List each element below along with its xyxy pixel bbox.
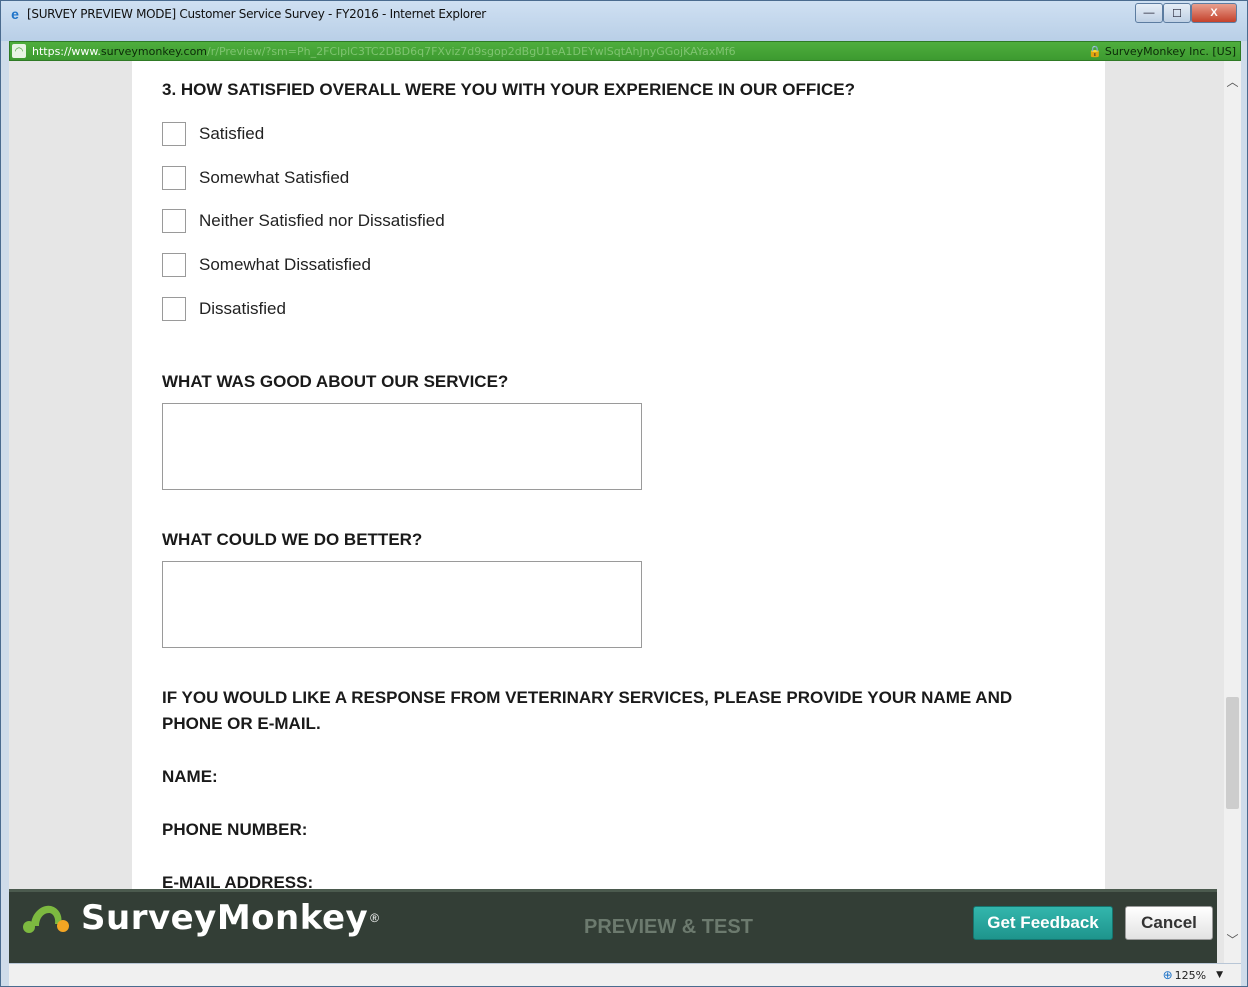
zoom-dropdown-icon[interactable]: ▼ [1216, 970, 1223, 980]
status-bar: ⊕ 125% ▼ [9, 963, 1241, 986]
name-label: NAME: [162, 767, 218, 786]
scroll-thumb[interactable] [1226, 697, 1239, 809]
security-certificate[interactable]: 🔒 SurveyMonkey Inc. [US] [1088, 45, 1236, 58]
scroll-up-icon[interactable]: ︿ [1224, 71, 1241, 91]
preview-footer-bar: SurveyMonkey ® PREVIEW & TEST Get Feedba… [9, 889, 1217, 963]
question-3-title: 3. HOW SATISFIED OVERALL WERE YOU WITH Y… [162, 80, 855, 99]
get-feedback-button[interactable]: Get Feedback [973, 906, 1113, 940]
url-domain: surveymonkey.com [100, 45, 208, 58]
scroll-down-icon[interactable]: ﹀ [1224, 929, 1241, 949]
url-path: /r/Preview/?sm=Ph_2FClplC3TC2DBD6q7FXviz… [207, 45, 736, 58]
window-title: [SURVEY PREVIEW MODE] Customer Service S… [27, 7, 486, 21]
response-request-title-line2: PHONE OR E-MAIL. [162, 714, 321, 733]
registered-mark: ® [370, 911, 380, 925]
good-service-title: WHAT WAS GOOD ABOUT OUR SERVICE? [162, 372, 509, 391]
internet-explorer-icon: e [11, 6, 19, 22]
checkbox[interactable] [162, 253, 186, 277]
vertical-scrollbar[interactable]: ︿ ﹀ [1224, 61, 1241, 963]
window-controls: — ☐ X [1135, 3, 1237, 23]
option-label: Somewhat Dissatisfied [199, 255, 371, 274]
checkbox[interactable] [162, 122, 186, 146]
browser-window: e [SURVEY PREVIEW MODE] Customer Service… [0, 0, 1248, 987]
option-satisfied[interactable]: Satisfied [162, 121, 264, 147]
option-label: Somewhat Satisfied [199, 168, 350, 187]
url-scheme: https://www. [32, 45, 101, 58]
zoom-level: 125% [1174, 968, 1207, 982]
minimize-button[interactable]: — [1135, 3, 1163, 23]
site-favicon-icon: ◠ [12, 44, 26, 58]
address-bar[interactable]: ◠ https://www.surveymonkey.com/r/Preview… [9, 41, 1241, 61]
close-button[interactable]: X [1191, 3, 1237, 23]
maximize-button[interactable]: ☐ [1163, 3, 1191, 23]
option-neither[interactable]: Neither Satisfied nor Dissatisfied [162, 208, 445, 234]
title-bar: e [SURVEY PREVIEW MODE] Customer Service… [1, 1, 1247, 41]
option-label: Dissatisfied [199, 299, 286, 318]
url-text[interactable]: https://www.surveymonkey.com/r/Preview/?… [32, 45, 736, 58]
monkey-logo-icon [23, 905, 69, 933]
response-request-title-line1: IF YOU WOULD LIKE A RESPONSE FROM VETERI… [162, 688, 1013, 707]
preview-mode-label: PREVIEW & TEST [584, 916, 753, 938]
lock-icon: 🔒 [1088, 45, 1102, 58]
good-service-textarea[interactable] [162, 403, 642, 490]
do-better-textarea[interactable] [162, 561, 642, 648]
phone-label: PHONE NUMBER: [162, 820, 308, 839]
zoom-icon: ⊕ [1162, 968, 1173, 982]
checkbox[interactable] [162, 166, 186, 190]
option-label: Satisfied [199, 124, 265, 143]
do-better-title: WHAT COULD WE DO BETTER? [162, 530, 423, 549]
survey-page: 3. HOW SATISFIED OVERALL WERE YOU WITH Y… [132, 61, 1105, 963]
option-dissatisfied[interactable]: Dissatisfied [162, 296, 286, 322]
page-viewport: 3. HOW SATISFIED OVERALL WERE YOU WITH Y… [9, 61, 1241, 963]
certificate-label: SurveyMonkey Inc. [US] [1104, 45, 1236, 58]
zoom-control[interactable]: ⊕ 125% ▼ [1163, 968, 1223, 982]
surveymonkey-logo: SurveyMonkey ® [21, 898, 379, 938]
brand-name: SurveyMonkey [81, 898, 369, 938]
option-label: Neither Satisfied nor Dissatisfied [199, 211, 445, 230]
checkbox[interactable] [162, 209, 186, 233]
option-somewhat-satisfied[interactable]: Somewhat Satisfied [162, 165, 349, 191]
option-somewhat-dissatisfied[interactable]: Somewhat Dissatisfied [162, 252, 371, 278]
checkbox[interactable] [162, 297, 186, 321]
cancel-button[interactable]: Cancel [1125, 906, 1213, 940]
